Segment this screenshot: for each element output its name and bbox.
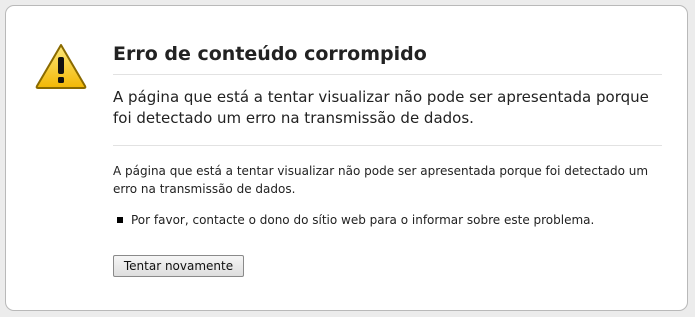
suggestion-text: Por favor, contacte o dono do sítio web … (131, 213, 595, 227)
error-page: Erro de conteúdo corrompido A página que… (5, 5, 688, 311)
retry-button[interactable]: Tentar novamente (113, 255, 244, 277)
error-long-description: A página que está a tentar visualizar nã… (113, 164, 649, 196)
suggestion-list: Por favor, contacte o dono do sítio web … (113, 211, 662, 229)
warning-triangle-icon (35, 44, 87, 89)
list-item: Por favor, contacte o dono do sítio web … (113, 211, 662, 229)
bullet-icon (117, 217, 123, 223)
error-title: Erro de conteúdo corrompido (113, 42, 662, 75)
error-short-description: A página que está a tentar visualizar nã… (113, 87, 662, 146)
error-content: Erro de conteúdo corrompido A página que… (113, 42, 662, 229)
